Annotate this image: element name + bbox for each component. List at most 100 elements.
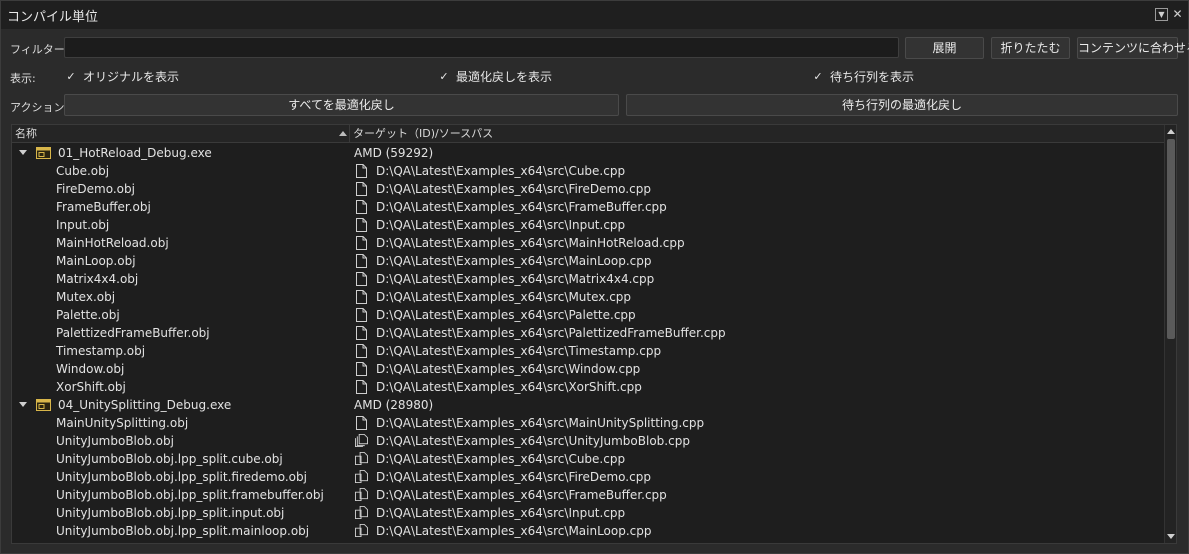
file-icon (355, 218, 368, 232)
file-icon (355, 236, 368, 250)
show-original-checkbox[interactable]: ✓ オリジナルを表示 (65, 68, 179, 85)
display-row: 表示: ✓ オリジナルを表示 ✓ 最適化戻しを表示 ✓ 待ち行列を表示 (1, 67, 1188, 85)
collapse-button[interactable]: 折りたたむ (991, 37, 1070, 59)
table-row[interactable]: FrameBuffer.obj D:\QA\Latest\Examples_x64… (12, 198, 1164, 216)
deopt-all-button[interactable]: すべてを最適化戻し (64, 94, 619, 116)
table-row[interactable]: Matrix4x4.obj D:\QA\Latest\Examples_x64\s… (12, 270, 1164, 288)
source-path: D:\QA\Latest\Examples_x64\src\MainUnityS… (376, 416, 705, 430)
show-deopt-checkbox[interactable]: ✓ 最適化戻しを表示 (438, 68, 552, 85)
table-row[interactable]: MainLoop.obj D:\QA\Latest\Examples_x64\sr… (12, 252, 1164, 270)
split-file-icon (355, 452, 368, 466)
source-path: D:\QA\Latest\Examples_x64\src\Palette.cp… (376, 308, 636, 322)
table-row[interactable]: Mutex.obj D:\QA\Latest\Examples_x64\src\M… (12, 288, 1164, 306)
object-name: Mutex.obj (56, 290, 116, 304)
source-path: D:\QA\Latest\Examples_x64\src\FrameBuffe… (376, 488, 667, 502)
file-icon (355, 272, 368, 286)
table-row[interactable]: UnityJumboBlob.obj D:\QA\Latest\Examples_… (12, 432, 1164, 450)
source-path: D:\QA\Latest\Examples_x64\src\Matrix4x4.… (376, 272, 655, 286)
table-header: 名称 ターゲット（ID)/ソースパス (12, 125, 1164, 143)
object-name: Window.obj (56, 362, 125, 376)
table-row[interactable]: XorShift.obj D:\QA\Latest\Examples_x64\sr… (12, 378, 1164, 396)
split-file-icon (355, 524, 368, 538)
fit-content-button[interactable]: コンテンツに合わせる (1077, 37, 1189, 59)
column-header-target[interactable]: ターゲット（ID)/ソースパス (353, 125, 493, 143)
source-path: D:\QA\Latest\Examples_x64\src\UnityJumbo… (376, 434, 690, 448)
object-name: UnityJumboBlob.obj.lpp_split.cube.obj (56, 452, 283, 466)
title-bar: コンパイル単位 ▼ ✕ (1, 1, 1188, 29)
source-path: D:\QA\Latest\Examples_x64\src\Palettized… (376, 326, 726, 340)
expand-arrow-icon[interactable] (19, 150, 27, 155)
table-row[interactable]: PalettizedFrameBuffer.obj D:\QA\Latest\Ex… (12, 324, 1164, 342)
source-path: D:\QA\Latest\Examples_x64\src\Cube.cpp (376, 452, 626, 466)
column-header-name[interactable]: 名称 (15, 125, 37, 143)
source-path: D:\QA\Latest\Examples_x64\src\MainLoop.c… (376, 524, 652, 538)
table-row[interactable]: Window.obj D:\QA\Latest\Examples_x64\src\… (12, 360, 1164, 378)
file-icon (355, 254, 368, 268)
table-row[interactable]: UnityJumboBlob.obj.lpp_split.firedemo.ob… (12, 468, 1164, 486)
executable-icon (36, 147, 51, 159)
file-icon (355, 326, 368, 340)
display-label: 表示: (10, 72, 36, 85)
scroll-up-icon[interactable] (1167, 129, 1175, 134)
dropdown-icon[interactable]: ▼ (1155, 8, 1168, 21)
deopt-queue-button[interactable]: 待ち行列の最適化戻し (626, 94, 1178, 116)
file-icon (355, 416, 368, 430)
source-path: D:\QA\Latest\Examples_x64\src\Window.cpp (376, 362, 641, 376)
table-row[interactable]: MainHotReload.obj D:\QA\Latest\Examples_x… (12, 234, 1164, 252)
file-icon (355, 344, 368, 358)
source-path: D:\QA\Latest\Examples_x64\src\MainLoop.c… (376, 254, 652, 268)
compile-units-window: コンパイル単位 ▼ ✕ フィルター: 展開 折りたたむ コンテンツに合わせる 表… (0, 0, 1189, 554)
object-name: UnityJumboBlob.obj.lpp_split.mainloop.ob… (56, 524, 310, 538)
actions-row: アクション: すべてを最適化戻し 待ち行列の最適化戻し (1, 93, 1188, 117)
source-path: D:\QA\Latest\Examples_x64\src\Timestamp.… (376, 344, 662, 358)
target-process: AMD (59292) (354, 146, 434, 160)
scroll-down-icon[interactable] (1167, 534, 1175, 539)
table-row[interactable]: UnityJumboBlob.obj.lpp_split.framebuffer… (12, 486, 1164, 504)
show-queue-checkbox[interactable]: ✓ 待ち行列を表示 (812, 68, 914, 85)
object-name: FrameBuffer.obj (56, 200, 151, 214)
table-row[interactable]: Input.obj D:\QA\Latest\Examples_x64\src\I… (12, 216, 1164, 234)
table-row[interactable]: FireDemo.obj D:\QA\Latest\Examples_x64\sr… (12, 180, 1164, 198)
table-row[interactable]: UnityJumboBlob.obj.lpp_split.cube.obj D:\… (12, 450, 1164, 468)
table-row[interactable]: Timestamp.obj D:\QA\Latest\Examples_x64\s… (12, 342, 1164, 360)
source-path: D:\QA\Latest\Examples_x64\src\Mutex.cpp (376, 290, 632, 304)
source-path: D:\QA\Latest\Examples_x64\src\Input.cpp (376, 506, 626, 520)
split-file-icon (355, 506, 368, 520)
object-name: Palette.obj (56, 308, 120, 322)
object-name: UnityJumboBlob.obj.lpp_split.input.obj (56, 506, 285, 520)
object-name: MainHotReload.obj (56, 236, 169, 250)
table-row[interactable]: UnityJumboBlob.obj.lpp_split.mainloop.ob… (12, 522, 1164, 540)
target-process: AMD (28980) (354, 398, 434, 412)
object-name: MainLoop.obj (56, 254, 136, 268)
tree-group-row[interactable]: 01_HotReload_Debug.exe AMD (59292) (12, 144, 1164, 162)
source-path: D:\QA\Latest\Examples_x64\src\Cube.cpp (376, 164, 626, 178)
table-body: 01_HotReload_Debug.exe AMD (59292) Cube.ob… (12, 144, 1164, 540)
filter-input[interactable] (64, 37, 899, 58)
expand-arrow-icon[interactable] (19, 402, 27, 407)
executable-name: 04_UnitySplitting_Debug.exe (58, 398, 232, 412)
table-row[interactable]: Cube.obj D:\QA\Latest\Examples_x64\src\Cu… (12, 162, 1164, 180)
source-path: D:\QA\Latest\Examples_x64\src\FireDemo.c… (376, 470, 651, 484)
object-name: Input.obj (56, 218, 110, 232)
file-icon (355, 200, 368, 214)
split-file-icon (355, 470, 368, 484)
table-row[interactable]: UnityJumboBlob.obj.lpp_split.input.obj D:… (12, 504, 1164, 522)
table-row[interactable]: MainUnitySplitting.obj D:\QA\Latest\Examp… (12, 414, 1164, 432)
expand-button[interactable]: 展開 (905, 37, 984, 59)
tree-group-row[interactable]: 04_UnitySplitting_Debug.exe AMD (28980) (12, 396, 1164, 414)
filter-label: フィルター: (10, 43, 69, 56)
file-icon (355, 380, 368, 394)
close-icon[interactable]: ✕ (1171, 8, 1184, 21)
file-icon (355, 164, 368, 178)
object-name: MainUnitySplitting.obj (56, 416, 189, 430)
object-name: UnityJumboBlob.obj (56, 434, 174, 448)
source-path: D:\QA\Latest\Examples_x64\src\Input.cpp (376, 218, 626, 232)
object-name: XorShift.obj (56, 380, 126, 394)
executable-name: 01_HotReload_Debug.exe (58, 146, 212, 160)
source-path: D:\QA\Latest\Examples_x64\src\XorShift.c… (376, 380, 642, 394)
column-separator[interactable] (349, 125, 350, 143)
table-row[interactable]: Palette.obj D:\QA\Latest\Examples_x64\src… (12, 306, 1164, 324)
check-icon: ✓ (439, 70, 449, 83)
scroll-thumb[interactable] (1167, 139, 1175, 339)
vertical-scrollbar[interactable] (1164, 125, 1176, 543)
